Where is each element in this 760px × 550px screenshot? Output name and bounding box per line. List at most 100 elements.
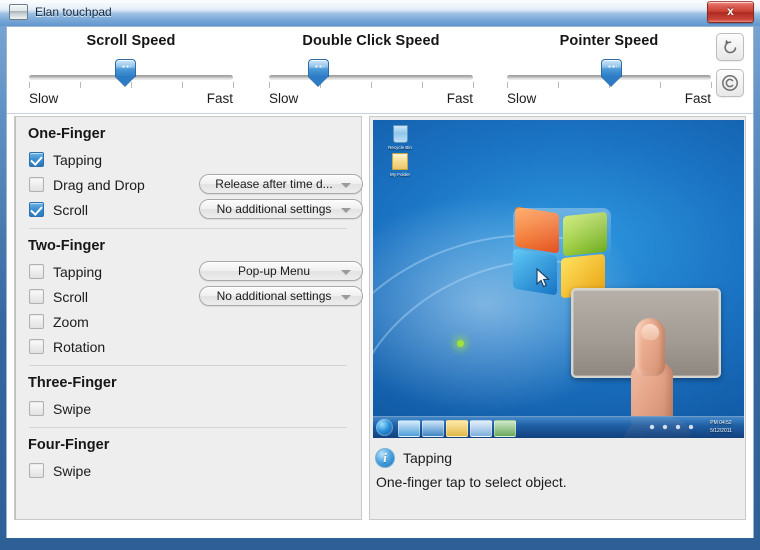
slider-pointer-speed-track-wrap[interactable] — [507, 59, 712, 88]
label-one-finger-scroll: Scroll — [53, 201, 89, 218]
checkbox-two-finger-scroll[interactable] — [29, 289, 44, 304]
group-heading-four-finger: Four-Finger — [28, 437, 110, 453]
taskbar-item-icon — [398, 420, 420, 437]
option-group-four-finger: Four-Finger Swipe — [15, 428, 361, 483]
slider-pointer-speed-low-label: Slow — [507, 91, 537, 106]
label-one-finger-tapping: Tapping — [53, 151, 103, 168]
label-one-finger-drag-and-drop: Drag and Drop — [53, 176, 145, 193]
info-description: One-finger tap to select object. — [376, 474, 567, 490]
checkbox-two-finger-tapping[interactable] — [29, 264, 44, 279]
label-two-finger-rotation: Rotation — [53, 338, 106, 355]
group-heading-three-finger: Three-Finger — [28, 375, 117, 391]
speed-sliders-section: Scroll Speed Slow Fast Double Click Spee — [7, 27, 753, 114]
wallpaper-green-dot — [457, 340, 464, 347]
dropdown-two-finger-tapping[interactable]: Pop-up Menu — [199, 261, 363, 281]
dropdown-two-finger-scroll[interactable]: No additional settings — [199, 286, 363, 306]
group-heading-two-finger: Two-Finger — [28, 238, 106, 254]
title-bar: Elan touchpad x — [0, 0, 760, 26]
checkbox-four-finger-swipe[interactable] — [29, 463, 44, 478]
label-three-finger-swipe: Swipe — [53, 400, 92, 417]
option-row-two-finger-tapping[interactable]: Tapping Pop-up Menu — [25, 259, 363, 284]
slider-pointer-speed-thumb[interactable] — [601, 59, 623, 87]
client-area: Scroll Speed Slow Fast Double Click Spee — [6, 26, 754, 538]
slider-pointer-speed-labels: Slow Fast — [507, 91, 711, 109]
slider-double-click-speed-title: Double Click Speed — [302, 33, 440, 49]
slider-pointer-speed: Pointer Speed Slow Fast — [507, 33, 712, 109]
option-row-two-finger-zoom[interactable]: Zoom — [25, 309, 351, 334]
label-four-finger-swipe: Swipe — [53, 462, 92, 479]
slider-scroll-speed: Scroll Speed Slow Fast — [29, 33, 234, 109]
label-two-finger-zoom: Zoom — [53, 313, 89, 330]
checkbox-three-finger-swipe[interactable] — [29, 401, 44, 416]
chevron-down-icon — [341, 208, 351, 213]
slider-double-click-speed-thumb[interactable] — [307, 59, 329, 87]
option-row-one-finger-scroll[interactable]: Scroll No additional settings — [25, 197, 363, 222]
title-group: Elan touchpad — [9, 4, 112, 20]
chevron-down-icon — [341, 183, 351, 188]
slider-double-click-speed-track-wrap[interactable] — [269, 59, 474, 89]
info-icon: i — [375, 448, 395, 468]
elan-touchpad-window: Elan touchpad x Scroll Speed Slow Fast D… — [0, 0, 760, 550]
checkbox-two-finger-zoom[interactable] — [29, 314, 44, 329]
dropdown-one-finger-drag-and-drop[interactable]: Release after time d... — [199, 174, 363, 194]
checkbox-one-finger-drag-and-drop[interactable] — [29, 177, 44, 192]
option-group-three-finger: Three-Finger Swipe — [15, 366, 361, 428]
slider-double-click-speed-low-label: Slow — [269, 91, 299, 106]
taskbar-item-icon — [422, 420, 444, 437]
taskbar-clock: PM 04:52 5/12/2011 — [710, 420, 732, 434]
system-tray-icons — [646, 422, 698, 433]
option-row-two-finger-scroll[interactable]: Scroll No additional settings — [25, 284, 363, 309]
recycle-bin-caption: Recycle Bin — [388, 145, 412, 150]
label-two-finger-scroll: Scroll — [53, 288, 89, 305]
option-row-two-finger-rotation[interactable]: Rotation — [25, 334, 351, 359]
option-row-three-finger-swipe[interactable]: Swipe — [25, 396, 351, 421]
slider-scroll-speed-thumb[interactable] — [114, 59, 136, 87]
slider-scroll-speed-high-label: Fast — [206, 91, 233, 106]
slider-pointer-speed-high-label: Fast — [684, 91, 711, 106]
dropdown-one-finger-drag-and-drop-value: Release after time d... — [215, 177, 333, 191]
slider-double-click-speed-track[interactable] — [269, 75, 473, 80]
slider-scroll-speed-low-label: Slow — [29, 91, 59, 106]
copyright-button[interactable] — [716, 69, 744, 97]
slider-double-click-speed-ticks — [269, 82, 474, 89]
dropdown-two-finger-tapping-value: Pop-up Menu — [237, 264, 311, 278]
restore-arrow-icon — [717, 37, 743, 57]
info-title: Tapping — [403, 450, 453, 466]
taskbar-graphic: PM 04:52 5/12/2011 — [373, 416, 744, 438]
label-two-finger-tapping: Tapping — [53, 263, 103, 280]
option-group-two-finger: Two-Finger Tapping Pop-up Menu Scroll No… — [15, 229, 363, 366]
slider-scroll-speed-track-wrap[interactable] — [29, 59, 234, 88]
window-title: Elan touchpad — [35, 5, 112, 19]
copyright-icon — [717, 73, 743, 93]
title-bar-gloss — [0, 0, 760, 13]
my-folder-caption: My Folder — [389, 172, 410, 177]
touchpad-icon — [9, 4, 28, 20]
option-group-one-finger: One-Finger Tapping Drag and Drop Release… — [15, 117, 363, 229]
slider-scroll-speed-labels: Slow Fast — [29, 91, 233, 109]
taskbar-item-icon — [446, 420, 468, 437]
slider-double-click-speed-labels: Slow Fast — [269, 91, 473, 109]
preview-panel: Recycle Bin My Folder PM 04:52 5/12/2011… — [369, 116, 746, 520]
taskbar-item-icon — [470, 420, 492, 437]
close-button[interactable]: x — [707, 1, 754, 23]
info-bar: i Tapping One-finger tap to select objec… — [373, 444, 744, 516]
chevron-down-icon — [341, 295, 351, 300]
dropdown-one-finger-scroll[interactable]: No additional settings — [199, 199, 363, 219]
option-row-one-finger-drag-and-drop[interactable]: Drag and Drop Release after time d... — [25, 172, 363, 197]
info-header: i Tapping — [373, 444, 744, 468]
windows-logo — [513, 206, 611, 299]
my-folder-icon: My Folder — [377, 153, 423, 178]
slider-pointer-speed-title: Pointer Speed — [559, 33, 659, 49]
option-row-one-finger-tapping[interactable]: Tapping — [25, 147, 351, 172]
checkbox-one-finger-scroll[interactable] — [29, 202, 44, 217]
slider-double-click-speed: Double Click Speed Slow Fast — [269, 33, 474, 109]
restore-defaults-button[interactable] — [716, 33, 744, 61]
slider-double-click-speed-high-label: Fast — [446, 91, 473, 106]
start-orb-icon — [376, 419, 393, 436]
group-heading-one-finger: One-Finger — [28, 126, 106, 142]
desktop-preview-image: Recycle Bin My Folder PM 04:52 5/12/2011 — [373, 120, 744, 438]
gesture-options-panel: One-Finger Tapping Drag and Drop Release… — [14, 116, 363, 520]
option-row-four-finger-swipe[interactable]: Swipe — [25, 458, 351, 483]
checkbox-two-finger-rotation[interactable] — [29, 339, 44, 354]
checkbox-one-finger-tapping[interactable] — [29, 152, 44, 167]
